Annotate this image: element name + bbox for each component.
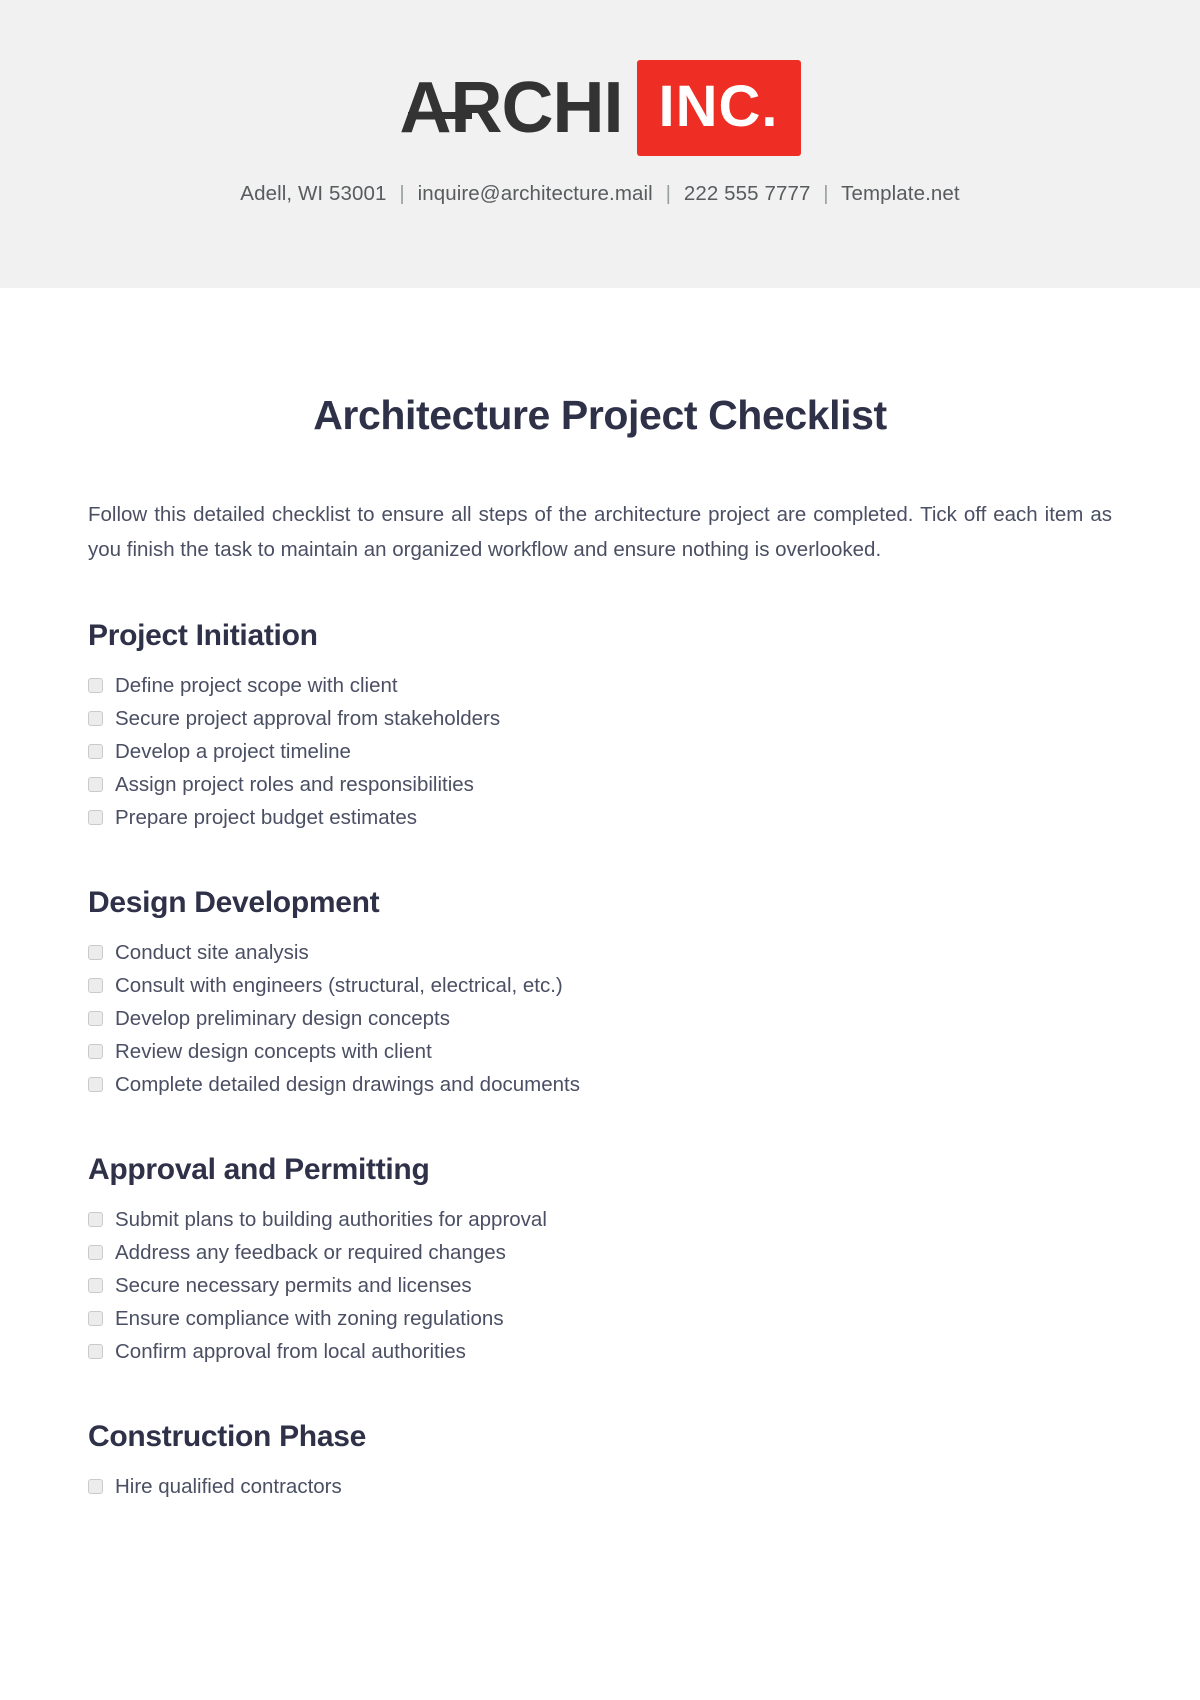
check-list-item[interactable]: Develop a project timeline <box>88 735 1112 768</box>
checkbox-icon[interactable] <box>88 744 103 759</box>
page-title: Architecture Project Checklist <box>313 392 887 438</box>
check-item-label: Define project scope with client <box>115 674 398 697</box>
checkbox-icon[interactable] <box>88 978 103 993</box>
checklist-section: Construction Phase Hire qualified contrac… <box>88 1368 1112 1503</box>
check-list-item[interactable]: Secure necessary permits and licenses <box>88 1269 1112 1302</box>
check-list-item[interactable]: Ensure compliance with zoning regulation… <box>88 1302 1112 1335</box>
contact-website: Template.net <box>841 182 960 205</box>
contact-line: Adell, WI 53001 | inquire@architecture.m… <box>240 182 959 206</box>
logo-wordmark-text: ARCHI <box>399 68 624 148</box>
check-list-item[interactable]: Hire qualified contractors <box>88 1470 1112 1503</box>
check-item-label: Conduct site analysis <box>115 941 309 964</box>
checkbox-icon[interactable] <box>88 945 103 960</box>
check-list-item[interactable]: Submit plans to building authorities for… <box>88 1203 1112 1236</box>
check-item-label: Develop preliminary design concepts <box>115 1007 451 1030</box>
section-title: Project Initiation <box>88 619 318 652</box>
section-title: Construction Phase <box>88 1420 366 1453</box>
check-list-item[interactable]: Address any feedback or required changes <box>88 1236 1112 1269</box>
check-list-item[interactable]: Consult with engineers (structural, elec… <box>88 969 1112 1002</box>
checkbox-icon[interactable] <box>88 711 103 726</box>
check-list: Submit plans to building authorities for… <box>88 1203 1112 1368</box>
checkbox-icon[interactable] <box>88 1278 103 1293</box>
check-item-label: Address any feedback or required changes <box>115 1241 506 1264</box>
contact-address: Adell, WI 53001 <box>240 182 387 205</box>
checkbox-icon[interactable] <box>88 1212 103 1227</box>
checklist-section: Approval and Permitting Submit plans to b… <box>88 1101 1112 1368</box>
checklist-sections: Project Initiation Define project scope w… <box>88 567 1112 1503</box>
check-list-item[interactable]: Confirm approval from local authorities <box>88 1335 1112 1368</box>
check-item-label: Ensure compliance with zoning regulation… <box>115 1307 504 1330</box>
check-list: Conduct site analysis Consult with engine… <box>88 936 1112 1101</box>
checkbox-icon[interactable] <box>88 1077 103 1092</box>
checkbox-icon[interactable] <box>88 1311 103 1326</box>
check-list-item[interactable]: Secure project approval from stakeholder… <box>88 702 1112 735</box>
check-item-label: Complete detailed design drawings and do… <box>115 1073 580 1096</box>
check-item-label: Develop a project timeline <box>115 740 351 763</box>
check-item-label: Review design concepts with client <box>115 1040 432 1063</box>
check-list-item[interactable]: Define project scope with client <box>88 669 1112 702</box>
check-item-label: Prepare project budget estimates <box>115 806 417 829</box>
checklist-section: Project Initiation Define project scope w… <box>88 567 1112 834</box>
check-item-label: Confirm approval from local authorities <box>115 1340 466 1363</box>
contact-phone: 222 555 7777 <box>683 182 811 205</box>
section-title: Approval and Permitting <box>88 1153 430 1186</box>
checkbox-icon[interactable] <box>88 1044 103 1059</box>
check-list: Hire qualified contractors <box>88 1470 1112 1503</box>
checkbox-icon[interactable] <box>88 1479 103 1494</box>
check-item-label: Submit plans to building authorities for… <box>115 1208 547 1231</box>
logo-a-crossbar-icon <box>407 112 472 119</box>
check-list-item[interactable]: Complete detailed design drawings and do… <box>88 1068 1112 1101</box>
check-list-item[interactable]: Conduct site analysis <box>88 936 1112 969</box>
check-item-label: Hire qualified contractors <box>115 1475 342 1498</box>
document-header: ARCHI INC. Adell, WI 53001 | inquire@arc… <box>0 0 1200 288</box>
contact-separator-2: | <box>665 182 672 205</box>
checklist-section: Design Development Conduct site analysis C… <box>88 834 1112 1101</box>
checkbox-icon[interactable] <box>88 777 103 792</box>
logo-badge: INC. <box>636 60 801 156</box>
check-item-label: Assign project roles and responsibilitie… <box>115 773 474 796</box>
checkbox-icon[interactable] <box>88 1245 103 1260</box>
intro-paragraph: Follow this detailed checklist to ensure… <box>88 503 1112 561</box>
company-logo: ARCHI INC. <box>400 60 801 156</box>
check-item-label: Consult with engineers (structural, elec… <box>115 974 563 997</box>
document-body: Architecture Project Checklist Follow th… <box>0 288 1200 1503</box>
check-item-label: Secure necessary permits and licenses <box>115 1274 472 1297</box>
logo-wordmark: ARCHI <box>400 72 637 144</box>
check-list-item[interactable]: Prepare project budget estimates <box>88 801 1112 834</box>
checkbox-icon[interactable] <box>88 678 103 693</box>
check-list-item[interactable]: Assign project roles and responsibilitie… <box>88 768 1112 801</box>
contact-email: inquire@architecture.mail <box>417 182 653 205</box>
checkbox-icon[interactable] <box>88 810 103 825</box>
checkbox-icon[interactable] <box>88 1011 103 1026</box>
check-list-item[interactable]: Review design concepts with client <box>88 1035 1112 1068</box>
check-list: Define project scope with client Secure p… <box>88 669 1112 834</box>
checkbox-icon[interactable] <box>88 1344 103 1359</box>
check-list-item[interactable]: Develop preliminary design concepts <box>88 1002 1112 1035</box>
section-title: Design Development <box>88 886 380 919</box>
contact-separator-1: | <box>399 182 405 205</box>
contact-separator-3: | <box>823 182 829 205</box>
check-item-label: Secure project approval from stakeholder… <box>115 707 501 730</box>
